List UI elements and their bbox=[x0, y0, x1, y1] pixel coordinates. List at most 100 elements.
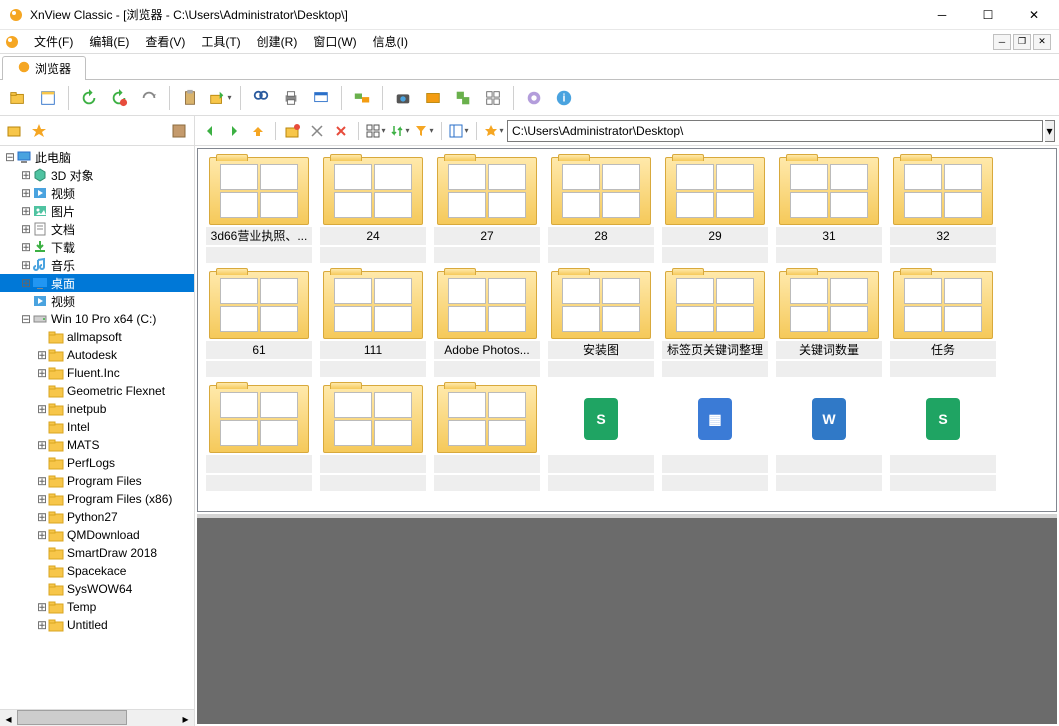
tree-item[interactable]: ⊞Fluent.Inc bbox=[0, 364, 194, 382]
nav-sort[interactable]: ▾ bbox=[389, 120, 411, 142]
tree-expander[interactable]: ⊞ bbox=[20, 168, 32, 182]
tab-browser[interactable]: 浏览器 bbox=[2, 56, 86, 80]
tree-expander[interactable]: ⊞ bbox=[20, 240, 32, 254]
tree-item[interactable]: PerfLogs bbox=[0, 454, 194, 472]
nav-viewmode[interactable]: ▾ bbox=[365, 120, 387, 142]
thumbnail-item[interactable]: ▦ bbox=[662, 385, 768, 491]
address-dropdown[interactable]: ▾ bbox=[1045, 120, 1055, 142]
tree-item[interactable]: Intel bbox=[0, 418, 194, 436]
tree-item[interactable]: ⊞Autodesk bbox=[0, 346, 194, 364]
tree-expander[interactable]: ⊞ bbox=[36, 402, 48, 416]
tree-item[interactable]: SysWOW64 bbox=[0, 580, 194, 598]
tree-item[interactable]: ⊞inetpub bbox=[0, 400, 194, 418]
tree-expander[interactable]: ⊞ bbox=[36, 474, 48, 488]
tree-item[interactable]: ⊞MATS bbox=[0, 436, 194, 454]
thumbnail-item[interactable]: 111 bbox=[320, 271, 426, 377]
tree-expander[interactable]: ⊞ bbox=[36, 510, 48, 524]
thumbnail-item[interactable]: 24 bbox=[320, 157, 426, 263]
tree-expander[interactable]: ⊞ bbox=[20, 204, 32, 218]
refresh-button[interactable] bbox=[75, 84, 103, 112]
tree-hscroll[interactable]: ◂ ▸ bbox=[0, 709, 194, 726]
batch-button[interactable] bbox=[449, 84, 477, 112]
address-bar[interactable] bbox=[507, 120, 1043, 142]
tree-item[interactable]: ⊞QMDownload bbox=[0, 526, 194, 544]
nav-up[interactable] bbox=[247, 120, 269, 142]
folder-tree[interactable]: ⊟此电脑⊞3D 对象⊞视频⊞图片⊞文档⊞下载⊞音乐⊞桌面视频⊟Win 10 Pr… bbox=[0, 146, 194, 709]
thumbnail-item[interactable]: 安装图 bbox=[548, 271, 654, 377]
menu-edit[interactable]: 编辑(E) bbox=[81, 31, 137, 52]
mdi-restore[interactable]: ❐ bbox=[1013, 34, 1031, 50]
thumbnail-item[interactable]: 31 bbox=[776, 157, 882, 263]
tree-expander[interactable]: ⊞ bbox=[20, 258, 32, 272]
scroll-left[interactable]: ◂ bbox=[0, 710, 17, 726]
nav-filter[interactable]: ▾ bbox=[413, 120, 435, 142]
thumbnail-item[interactable] bbox=[206, 385, 312, 491]
menu-view[interactable]: 查看(V) bbox=[137, 31, 193, 52]
tree-item[interactable]: ⊞图片 bbox=[0, 202, 194, 220]
rotate-button[interactable] bbox=[135, 84, 163, 112]
tree-item[interactable]: ⊞Program Files (x86) bbox=[0, 490, 194, 508]
tree-item[interactable]: 视频 bbox=[0, 292, 194, 310]
scroll-thumb[interactable] bbox=[17, 710, 127, 725]
thumbnail-item[interactable]: W bbox=[776, 385, 882, 491]
thumbnail-item[interactable]: 28 bbox=[548, 157, 654, 263]
tree-expander[interactable]: ⊟ bbox=[20, 312, 32, 326]
tree-expander[interactable]: ⊞ bbox=[20, 186, 32, 200]
tree-item[interactable]: ⊞3D 对象 bbox=[0, 166, 194, 184]
tree-tab-folders[interactable] bbox=[4, 120, 26, 142]
grid-button[interactable] bbox=[479, 84, 507, 112]
tree-tab-favorites[interactable] bbox=[28, 120, 50, 142]
tree-tab-categories[interactable] bbox=[168, 120, 190, 142]
search-button[interactable] bbox=[247, 84, 275, 112]
tree-item[interactable]: ⊞桌面 bbox=[0, 274, 194, 292]
capture-button[interactable] bbox=[389, 84, 417, 112]
convert-button[interactable] bbox=[348, 84, 376, 112]
thumbnail-item[interactable]: 32 bbox=[890, 157, 996, 263]
tree-item[interactable]: ⊞Temp bbox=[0, 598, 194, 616]
thumbnail-item[interactable]: S bbox=[890, 385, 996, 491]
thumbnail-item[interactable] bbox=[320, 385, 426, 491]
nav-favorite[interactable]: ▾ bbox=[483, 120, 505, 142]
tree-item[interactable]: ⊟Win 10 Pro x64 (C:) bbox=[0, 310, 194, 328]
close-button[interactable]: ✕ bbox=[1011, 0, 1057, 30]
tree-expander[interactable]: ⊞ bbox=[36, 618, 48, 632]
tree-expander[interactable]: ⊞ bbox=[36, 366, 48, 380]
scanner-button[interactable] bbox=[419, 84, 447, 112]
fullscreen-button[interactable] bbox=[34, 84, 62, 112]
tree-item[interactable]: ⊞Python27 bbox=[0, 508, 194, 526]
tree-expander[interactable]: ⊞ bbox=[20, 276, 32, 290]
mdi-close[interactable]: ✕ bbox=[1033, 34, 1051, 50]
nav-delete[interactable] bbox=[330, 120, 352, 142]
nav-newfolder[interactable] bbox=[282, 120, 304, 142]
tree-expander[interactable]: ⊞ bbox=[36, 348, 48, 362]
menu-create[interactable]: 创建(R) bbox=[249, 31, 306, 52]
tree-item[interactable]: SmartDraw 2018 bbox=[0, 544, 194, 562]
nav-cut[interactable] bbox=[306, 120, 328, 142]
menu-info[interactable]: 信息(I) bbox=[365, 31, 416, 52]
tree-item[interactable]: ⊞Untitled bbox=[0, 616, 194, 634]
thumbnail-item[interactable]: 关键词数量 bbox=[776, 271, 882, 377]
info-button[interactable]: i bbox=[550, 84, 578, 112]
address-input[interactable] bbox=[512, 124, 1038, 138]
tree-item[interactable]: Spacekace bbox=[0, 562, 194, 580]
print-button[interactable] bbox=[277, 84, 305, 112]
open-button[interactable] bbox=[4, 84, 32, 112]
settings-button[interactable] bbox=[520, 84, 548, 112]
nav-forward[interactable] bbox=[223, 120, 245, 142]
thumbnail-view[interactable]: 3d66营业执照、...24272829313261111Adobe Photo… bbox=[197, 148, 1057, 512]
tree-expander[interactable]: ⊟ bbox=[4, 150, 16, 164]
thumbnail-item[interactable]: S bbox=[548, 385, 654, 491]
export-button[interactable]: ▾ bbox=[206, 84, 234, 112]
thumbnail-item[interactable]: 29 bbox=[662, 157, 768, 263]
tree-item[interactable]: Geometric Flexnet bbox=[0, 382, 194, 400]
thumbnail-item[interactable] bbox=[434, 385, 540, 491]
maximize-button[interactable]: ☐ bbox=[965, 0, 1011, 30]
tree-item[interactable]: ⊞下载 bbox=[0, 238, 194, 256]
menu-file[interactable]: 文件(F) bbox=[26, 31, 81, 52]
thumbnail-item[interactable]: 27 bbox=[434, 157, 540, 263]
thumbnail-item[interactable]: 任务 bbox=[890, 271, 996, 377]
tree-item[interactable]: ⊟此电脑 bbox=[0, 148, 194, 166]
tree-expander[interactable]: ⊞ bbox=[36, 600, 48, 614]
nav-layout[interactable]: ▾ bbox=[448, 120, 470, 142]
thumbnail-item[interactable]: 3d66营业执照、... bbox=[206, 157, 312, 263]
